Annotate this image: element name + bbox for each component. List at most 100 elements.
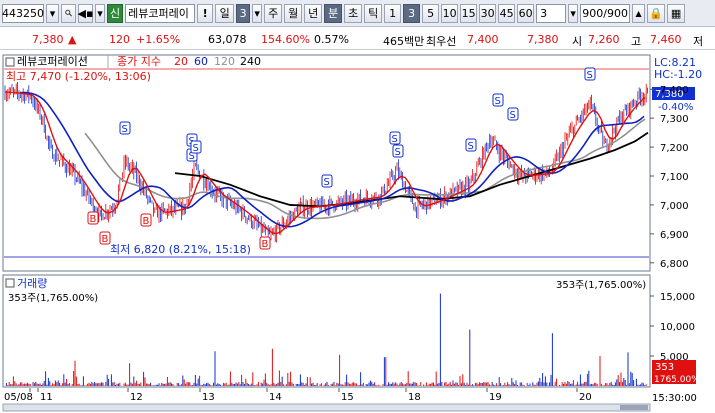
chevron-down-icon[interactable]: ▾	[252, 3, 263, 23]
period-minute-button[interactable]: 분	[324, 3, 343, 23]
price-tick-label: 7,300	[660, 114, 689, 125]
best-ask: 7,400	[467, 33, 499, 46]
stock-name-value: 레뷰코퍼레이	[128, 7, 189, 20]
horizontal-scrollbar[interactable]	[2, 403, 651, 412]
up-arrow-icon: ▲	[68, 33, 77, 46]
sell-marker-label: S	[122, 124, 128, 135]
lock-icon[interactable]: 🔒	[647, 3, 666, 23]
volume-title: 거래량	[17, 277, 47, 290]
minute-30-button[interactable]: 30	[479, 3, 497, 23]
low-label: 저	[693, 35, 704, 48]
time-tick-label: 18	[408, 392, 421, 403]
sell-marker-label: S	[392, 134, 398, 145]
layout-icon[interactable]: ▦	[667, 3, 686, 23]
volume-pct-tag-text: 1765.00%	[654, 375, 700, 385]
scrollbar-thumb[interactable]	[620, 405, 648, 410]
time-tick-label: 13	[202, 392, 215, 403]
time-tick-label: 12	[130, 392, 143, 403]
volume-left-note: 353주(1,765.00%)	[8, 293, 98, 304]
price-tick-label: 7,000	[660, 201, 689, 212]
minute-5-button[interactable]: 5	[422, 3, 440, 23]
volume-checkbox[interactable]	[5, 278, 15, 288]
chevron-down-icon[interactable]: ▾	[95, 3, 105, 23]
time-tick-label: 05/08	[4, 392, 33, 403]
price-change-pct: +1.65%	[136, 33, 181, 46]
legend-checkbox[interactable]	[5, 57, 15, 67]
sell-marker-label: S	[495, 96, 501, 107]
chevron-down-icon[interactable]: ▾	[568, 3, 579, 23]
sell-marker-label: S	[395, 147, 401, 158]
minute-45-button[interactable]: 45	[498, 3, 516, 23]
minute-1-button[interactable]: 1	[384, 3, 402, 23]
legend-ma-label: 종가 지수	[117, 55, 161, 68]
interval-select[interactable]: 3	[536, 3, 567, 23]
high-price: 7,460	[650, 33, 682, 46]
price-change: 120	[109, 33, 130, 46]
price-tick-label: 7,100	[660, 172, 689, 183]
period-tick-button[interactable]: 틱	[364, 3, 383, 23]
count-field[interactable]: 900/900	[580, 3, 631, 23]
stock-code-input[interactable]: 443250	[2, 3, 44, 23]
speaker-icon[interactable]: ◀▪	[78, 3, 93, 23]
stock-chart[interactable]: LC:8.21 HC:-1.20 7,380 -0.40% 7,4007,300…	[0, 51, 715, 413]
sell-marker-label: S	[468, 141, 474, 152]
period-year-button[interactable]: 년	[304, 3, 323, 23]
minute-15-button[interactable]: 15	[460, 3, 478, 23]
price-tick-label: 7,400	[660, 85, 689, 96]
current-price: 7,380	[32, 33, 64, 46]
current-pct-tag: -0.40%	[658, 102, 693, 113]
period-month-button[interactable]: 월	[284, 3, 303, 23]
period-second-button[interactable]: 초	[344, 3, 363, 23]
legend-ma240: 240	[240, 55, 261, 68]
time-tick-label: 11	[40, 392, 53, 403]
volume-right-note: 353주(1,765.00%)	[556, 280, 646, 291]
warning-button[interactable]: !	[197, 3, 214, 23]
minute-10-button[interactable]: 10	[441, 3, 459, 23]
open-label: 시	[572, 35, 583, 48]
sell-marker-label: S	[510, 110, 516, 121]
quote-bar: 7,380 ▲ 120 +1.65% 63,078 154.60% 0.57% …	[0, 28, 715, 50]
new-listing-tag: 신	[107, 3, 124, 23]
sell-marker-label: S	[193, 143, 199, 154]
volume-cur-tag-text: 353	[655, 362, 674, 373]
price-tick-label: 7,200	[660, 143, 689, 154]
buy-marker-label: B	[102, 234, 109, 245]
volume-y-axis: 15,00010,0005,000	[650, 292, 695, 363]
volume-panel	[2, 274, 651, 388]
price-tick-label: 6,800	[660, 259, 689, 270]
chevron-up-icon[interactable]: ▲	[632, 3, 646, 23]
minute-60-button[interactable]: 60	[517, 3, 535, 23]
time-tick-label: 20	[579, 392, 592, 403]
count-value: 900/900	[582, 6, 628, 20]
time-tick-label: 19	[489, 392, 502, 403]
search-icon[interactable]	[61, 3, 76, 23]
chevron-down-icon[interactable]: ▾	[46, 3, 59, 23]
low-note: 최저 6,820 (8.21%, 15:18)	[110, 243, 251, 256]
buy-marker-label: B	[262, 239, 269, 250]
stock-name-field[interactable]: 레뷰코퍼레이	[125, 3, 196, 23]
interval-value: 3	[540, 6, 548, 20]
sell-marker-label: S	[324, 177, 330, 188]
time-tick-label: 14	[269, 392, 282, 403]
legend-stock-name: 레뷰코퍼레이션	[17, 55, 88, 68]
minute-3-button[interactable]: 3	[403, 3, 421, 23]
volume: 63,078	[208, 33, 247, 46]
volume-tick-label: 15,000	[660, 292, 695, 303]
volume-ratio: 154.60%	[261, 33, 310, 46]
high-label: 고	[631, 35, 642, 48]
sell-marker-label: S	[587, 70, 593, 81]
legend-ma60: 60	[194, 55, 208, 68]
high-note: 최고 7,470 (-1.20%, 13:06)	[6, 70, 151, 83]
price-tick-label: 6,900	[660, 230, 689, 241]
end-time: 15:30:00	[652, 393, 697, 404]
period-week-button[interactable]: 주	[264, 3, 283, 23]
period-day-button[interactable]: 일	[215, 3, 235, 23]
trade-amount: 465백만	[383, 35, 425, 48]
period-value[interactable]: 3	[236, 3, 251, 23]
open-price: 7,260	[588, 33, 620, 46]
volume-tick-label: 10,000	[660, 322, 695, 333]
hc-label: HC:-1.20	[654, 68, 702, 81]
time-tick-label: 15	[341, 392, 354, 403]
turnover-rate: 0.57%	[314, 33, 349, 46]
legend-ma120: 120	[214, 55, 235, 68]
